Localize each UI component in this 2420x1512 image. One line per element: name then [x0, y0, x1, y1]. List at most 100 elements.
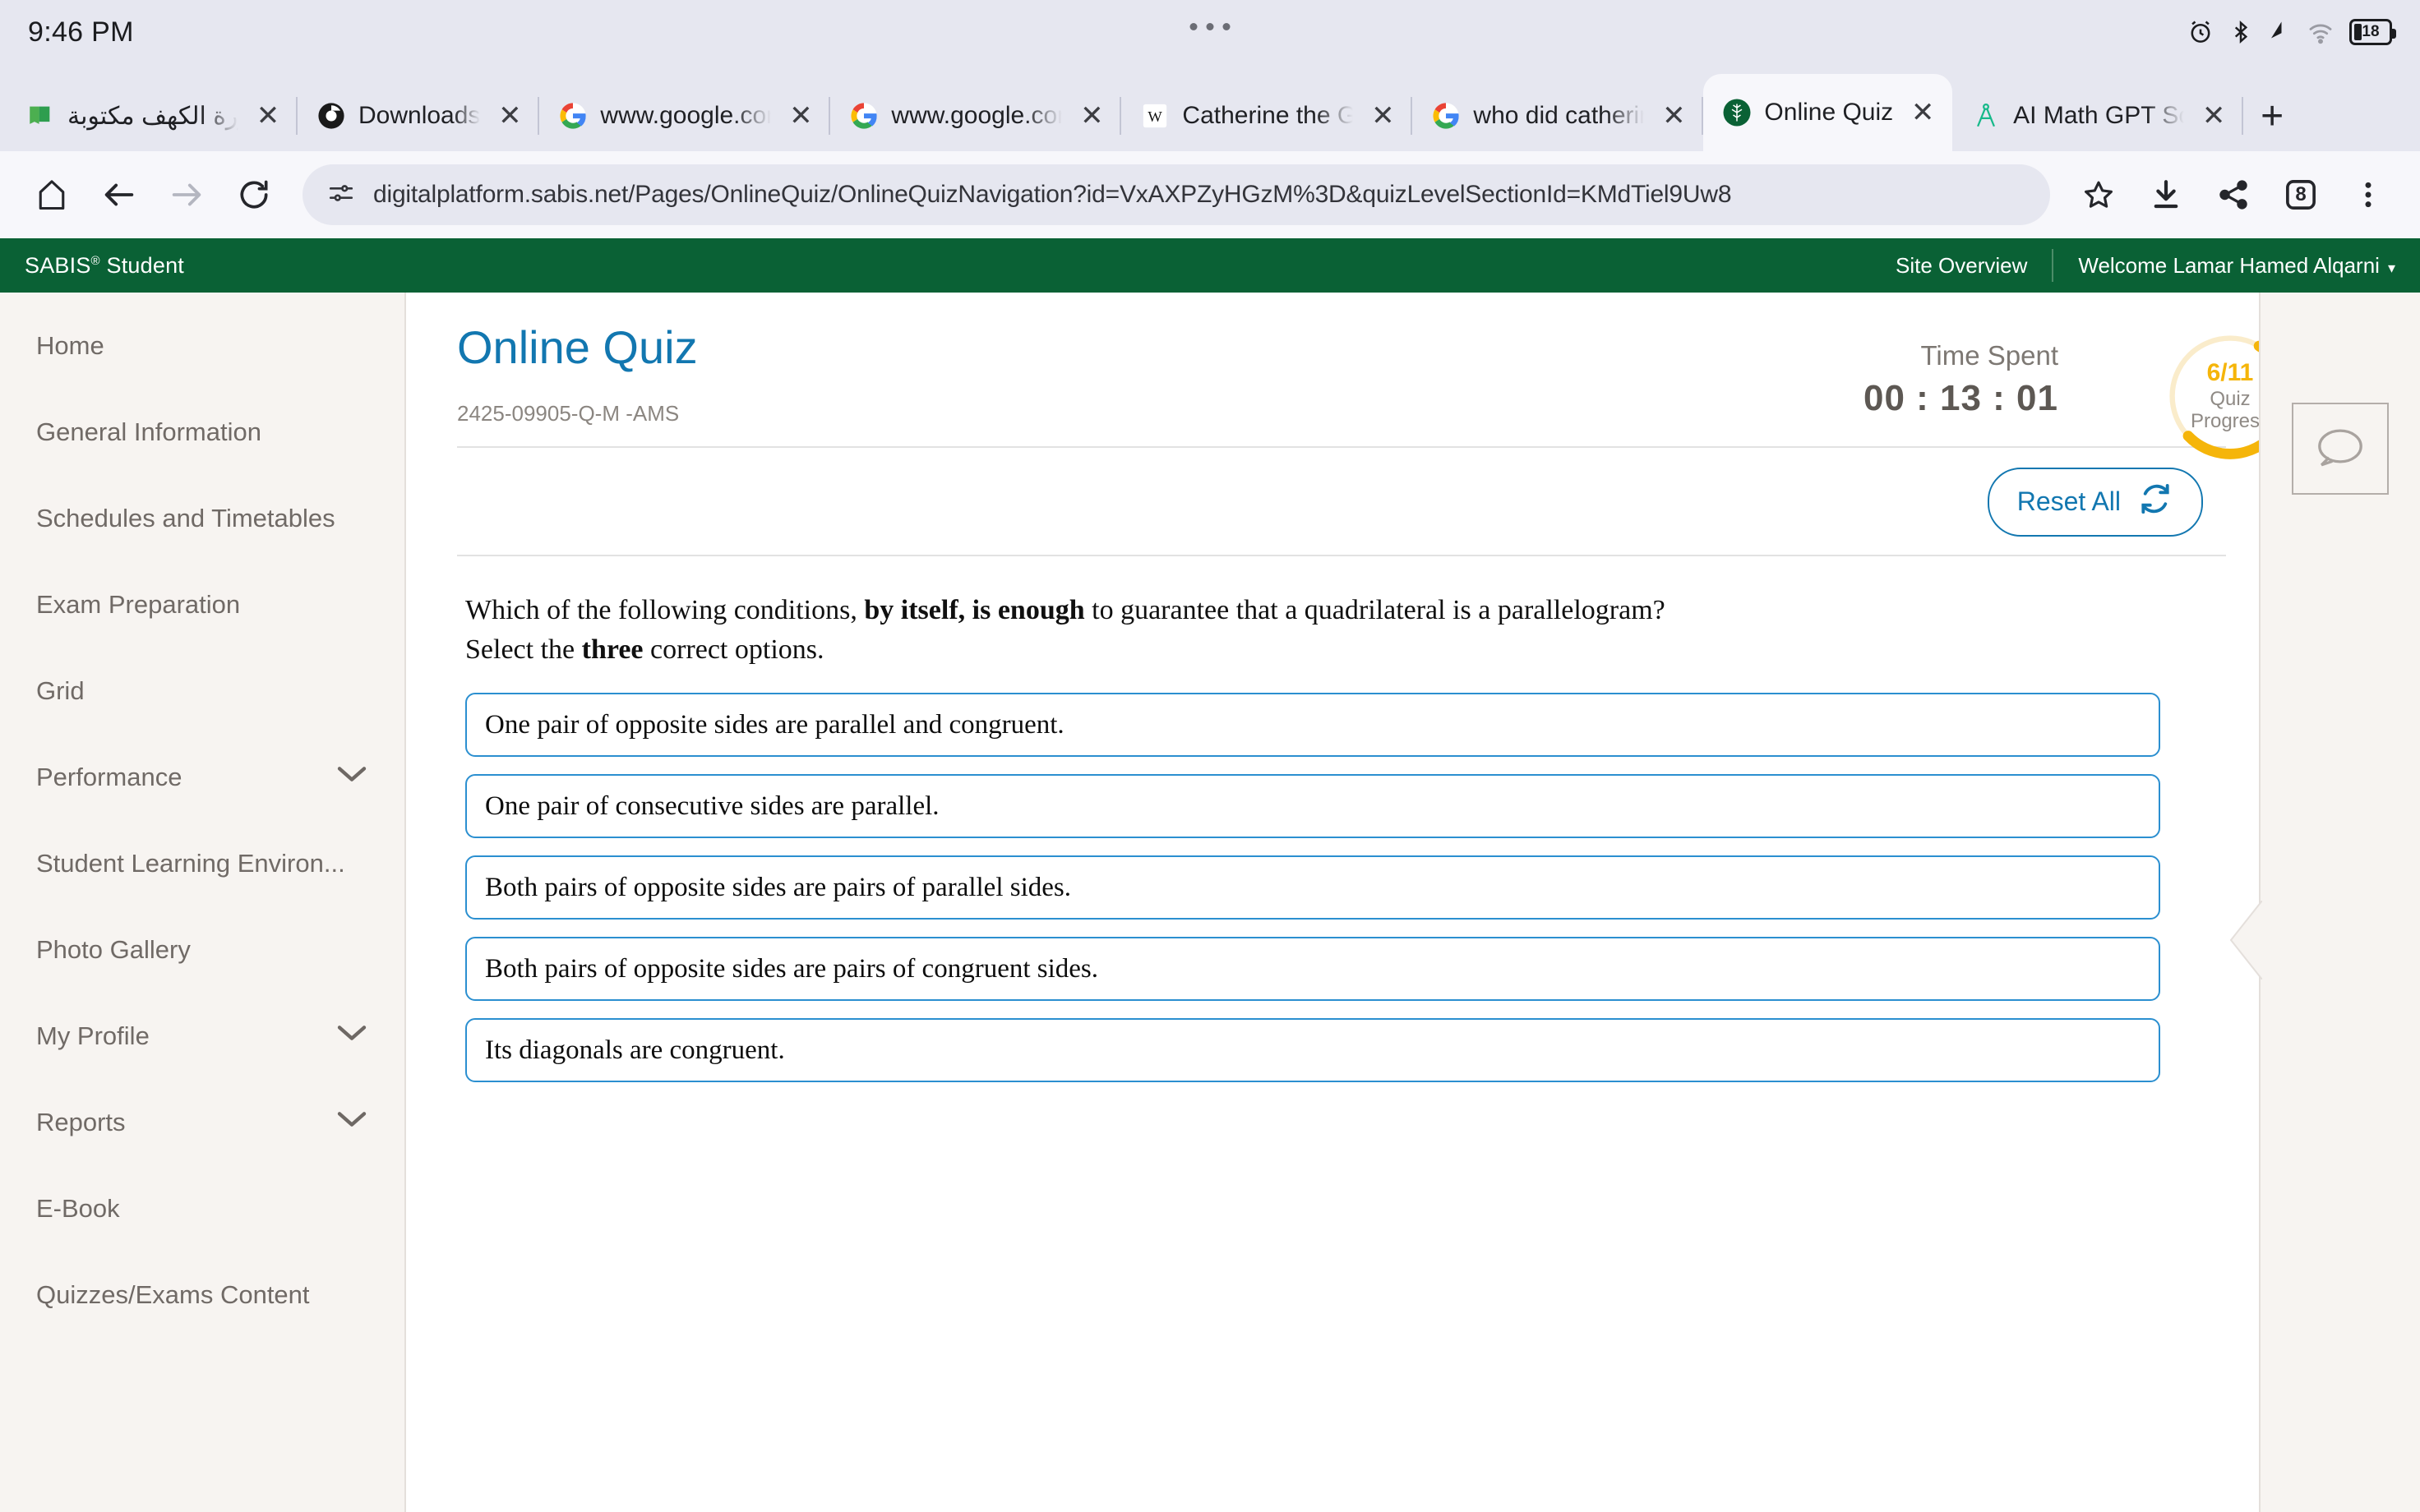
- battery-level: 18: [2362, 23, 2380, 40]
- tab-count: 8: [2295, 183, 2307, 205]
- chevron-down-icon[interactable]: [335, 1108, 368, 1137]
- android-status-bar: 9:46 PM 18: [0, 0, 2420, 64]
- close-icon[interactable]: ✕: [2196, 98, 2232, 134]
- sidebar-item-student-learning-environment[interactable]: Student Learning Environ...: [0, 820, 404, 906]
- close-icon[interactable]: ✕: [1074, 98, 1110, 134]
- user-menu[interactable]: Welcome Lamar Hamed Alqarni ▾: [2078, 253, 2395, 279]
- sidebar-item-e-book[interactable]: E-Book: [0, 1165, 404, 1252]
- progress-label-line1: Quiz: [2210, 387, 2251, 410]
- app-brand: SABIS® Student: [25, 253, 184, 279]
- brand-registered-mark: ®: [90, 253, 100, 268]
- battery-icon: 18: [2349, 19, 2396, 45]
- sidebar-item-label: Photo Gallery: [36, 934, 191, 964]
- status-icons: 18: [2187, 18, 2396, 46]
- close-icon[interactable]: ✕: [492, 98, 528, 134]
- share-icon[interactable]: [2203, 164, 2264, 225]
- sidebar-item-label: Quizzes/Exams Content: [36, 1279, 310, 1309]
- sidebar-item-performance[interactable]: Performance: [0, 734, 404, 820]
- sidebar-item-reports[interactable]: Reports: [0, 1079, 404, 1165]
- browser-tab[interactable]: who did catherin ✕: [1412, 81, 1704, 151]
- back-arrow-icon[interactable]: [89, 164, 150, 225]
- browser-tab[interactable]: AI Math GPT Sol ✕: [1952, 81, 2244, 151]
- answer-option[interactable]: Its diagonals are congruent.: [465, 1018, 2160, 1083]
- sidebar-item-label: My Profile: [36, 1021, 150, 1050]
- quran-book-icon: [25, 100, 56, 131]
- url-text: digitalplatform.sabis.net/Pages/OnlineQu…: [373, 181, 1732, 208]
- sidebar-item-photo-gallery[interactable]: Photo Gallery: [0, 906, 404, 993]
- answer-option[interactable]: Both pairs of opposite sides are pairs o…: [465, 937, 2160, 1002]
- google-icon: [848, 100, 880, 131]
- sidebar-item-grid[interactable]: Grid: [0, 648, 404, 734]
- browser-tab[interactable]: سورة الكهف مكتوبة ✕: [7, 81, 298, 151]
- sidebar-item-my-profile[interactable]: My Profile: [0, 993, 404, 1079]
- tab-title: www.google.com: [891, 102, 1063, 129]
- chevron-down-icon[interactable]: [335, 763, 368, 792]
- close-icon[interactable]: ✕: [783, 98, 819, 134]
- quiz-title-block: Online Quiz 2425-09905-Q-M -AMS: [432, 322, 698, 426]
- wifi-icon: [2306, 18, 2335, 46]
- chevron-down-icon: ▾: [2387, 259, 2395, 276]
- refresh-icon: [2137, 481, 2173, 523]
- close-icon[interactable]: ✕: [250, 98, 286, 134]
- answer-option[interactable]: Both pairs of opposite sides are pairs o…: [465, 855, 2160, 920]
- time-spent-value: 00 : 13 : 01: [1863, 378, 2058, 418]
- download-icon[interactable]: [2136, 164, 2196, 225]
- reset-all-label: Reset All: [2016, 486, 2121, 517]
- tab-title: who did catherin: [1473, 102, 1645, 129]
- three-dot-menu-icon[interactable]: [2338, 164, 2399, 225]
- app-header: SABIS® Student Site Overview Welcome Lam…: [0, 238, 2420, 293]
- browser-tab[interactable]: W Catherine the Gr ✕: [1121, 81, 1413, 151]
- close-icon[interactable]: ✕: [1905, 94, 1941, 131]
- answer-option[interactable]: One pair of consecutive sides are parall…: [465, 774, 2160, 839]
- sidebar-item-exam-preparation[interactable]: Exam Preparation: [0, 561, 404, 648]
- browser-toolbar: digitalplatform.sabis.net/Pages/OnlineQu…: [0, 151, 2420, 238]
- tab-title: Online Quiz: [1764, 99, 1894, 126]
- tab-title: www.google.com: [600, 102, 772, 129]
- welcome-text: Welcome Lamar Hamed Alqarni: [2078, 252, 2380, 278]
- sidebar-item-quizzes-exams-content[interactable]: Quizzes/Exams Content: [0, 1252, 404, 1338]
- sidebar-item-general-information[interactable]: General Information: [0, 389, 404, 475]
- sidebar-item-label: Grid: [36, 675, 85, 705]
- home-icon[interactable]: [21, 164, 82, 225]
- browser-tab-strip[interactable]: سورة الكهف مكتوبة ✕ Downloads ✕ www.goog…: [0, 64, 2420, 151]
- site-overview-link[interactable]: Site Overview: [1896, 253, 2027, 279]
- new-tab-button[interactable]: +: [2243, 81, 2301, 151]
- answer-option[interactable]: One pair of opposite sides are parallel …: [465, 693, 2160, 758]
- browser-tab[interactable]: www.google.com ✕: [539, 81, 831, 151]
- chrome-icon: [316, 100, 347, 131]
- question-line2-post: correct options.: [643, 634, 824, 665]
- tune-icon[interactable]: [327, 179, 355, 211]
- tab-title: سورة الكهف مكتوبة: [67, 102, 238, 130]
- camera-punch-hole: [1189, 23, 1231, 30]
- star-icon[interactable]: [2068, 164, 2129, 225]
- browser-tab-active[interactable]: Online Quiz ✕: [1703, 74, 1953, 151]
- svg-text:W: W: [1148, 108, 1163, 125]
- collapse-panel-handle[interactable]: [2229, 900, 2263, 980]
- question-text: Which of the following conditions, by it…: [465, 591, 2193, 671]
- right-rail-panel: [2229, 293, 2420, 1512]
- brand-suffix: Student: [99, 252, 184, 278]
- tab-title: Downloads: [358, 102, 481, 129]
- brand-text: SABIS: [25, 252, 91, 278]
- browser-tab[interactable]: www.google.com ✕: [830, 81, 1122, 151]
- page-title: Online Quiz: [457, 321, 698, 373]
- question-line1-bold: by itself, is enough: [864, 594, 1085, 625]
- tab-counter-button[interactable]: 8: [2270, 164, 2331, 225]
- bluetooth-icon: [2228, 18, 2253, 46]
- location-icon: [2267, 18, 2292, 46]
- close-icon[interactable]: ✕: [1365, 98, 1401, 134]
- question-line1-pre: Which of the following conditions,: [465, 594, 865, 625]
- close-icon[interactable]: ✕: [1656, 98, 1692, 134]
- question-line2-pre: Select the: [465, 634, 582, 665]
- sidebar-item-home[interactable]: Home: [0, 302, 404, 389]
- status-clock: 9:46 PM: [28, 16, 134, 48]
- reload-icon[interactable]: [224, 164, 284, 225]
- reset-all-button[interactable]: Reset All: [1987, 467, 2203, 537]
- browser-tab[interactable]: Downloads ✕: [298, 81, 540, 151]
- comment-bubble-icon[interactable]: [2292, 403, 2389, 495]
- address-bar[interactable]: digitalplatform.sabis.net/Pages/OnlineQu…: [302, 164, 2050, 225]
- header-actions: Site Overview Welcome Lamar Hamed Alqarn…: [1896, 249, 2395, 282]
- chevron-down-icon[interactable]: [335, 1021, 368, 1051]
- sidebar-item-schedules-and-timetables[interactable]: Schedules and Timetables: [0, 475, 404, 561]
- time-spent-block: Time Spent 00 : 13 : 01: [1863, 322, 2081, 419]
